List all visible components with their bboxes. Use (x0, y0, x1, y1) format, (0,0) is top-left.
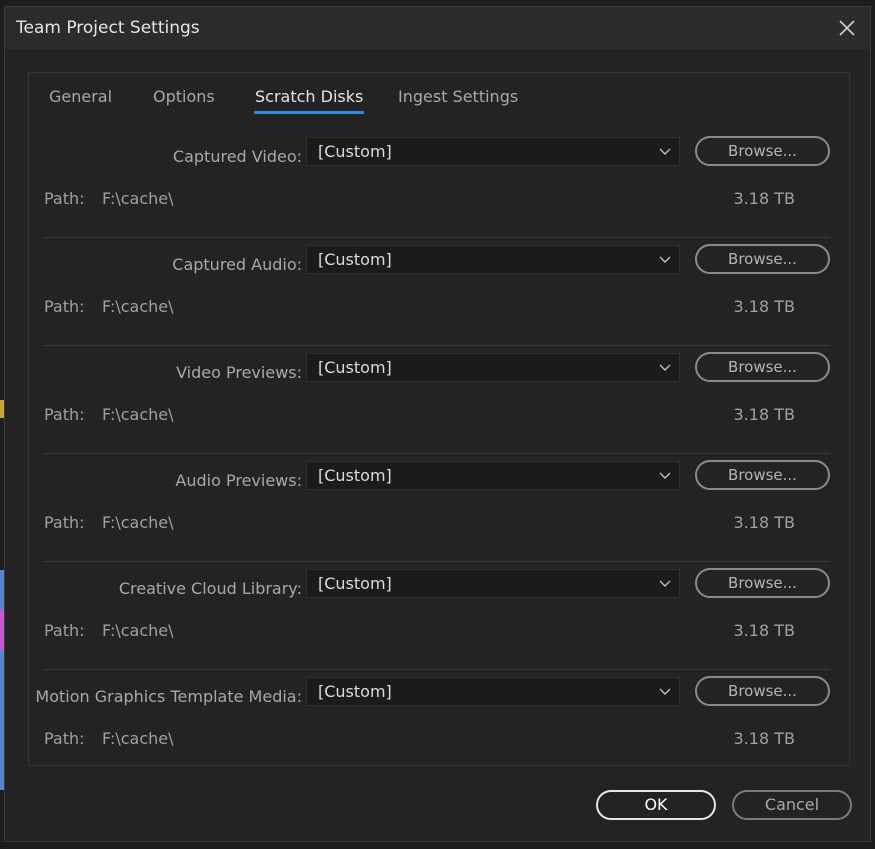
settings-panel: General Options Scratch Disks Ingest Set… (28, 72, 850, 766)
select-value: [Custom] (318, 466, 392, 485)
tab-scratch-disks[interactable]: Scratch Disks (253, 87, 365, 114)
team-project-settings-dialog: Team Project Settings General Options Sc… (4, 6, 871, 842)
ok-button[interactable]: OK (596, 790, 716, 820)
creative-cloud-library-select[interactable]: [Custom] (306, 569, 680, 598)
chevron-down-icon (659, 255, 671, 265)
browse-button[interactable]: Browse... (695, 244, 830, 274)
row-label: Captured Audio: (172, 255, 302, 274)
chevron-down-icon (659, 363, 671, 373)
browse-button[interactable]: Browse... (695, 568, 830, 598)
path-value: F:\cache\ (102, 621, 174, 640)
free-space: 3.18 TB (733, 621, 795, 640)
browse-button[interactable]: Browse... (695, 136, 830, 166)
path-label: Path: (44, 513, 85, 532)
select-value: [Custom] (318, 574, 392, 593)
row-label: Captured Video: (172, 147, 302, 166)
path-label: Path: (44, 189, 85, 208)
path-value: F:\cache\ (102, 189, 174, 208)
dialog-title: Team Project Settings (16, 18, 200, 38)
browse-button[interactable]: Browse... (695, 460, 830, 490)
close-icon (839, 20, 855, 36)
free-space: 3.18 TB (733, 297, 795, 316)
chevron-down-icon (659, 579, 671, 589)
path-label: Path: (44, 729, 85, 748)
motion-graphics-template-media-select[interactable]: [Custom] (306, 677, 680, 706)
path-label: Path: (44, 405, 85, 424)
browse-button[interactable]: Browse... (695, 676, 830, 706)
free-space: 3.18 TB (733, 189, 795, 208)
scratch-row-creative-cloud-library: Creative Cloud Library: [Custom] Browse.… (44, 562, 830, 670)
row-label: Video Previews: (176, 363, 302, 382)
row-label: Creative Cloud Library: (118, 579, 302, 598)
path-value: F:\cache\ (102, 405, 174, 424)
path-value: F:\cache\ (102, 729, 174, 748)
audio-previews-select[interactable]: [Custom] (306, 461, 680, 490)
free-space: 3.18 TB (733, 405, 795, 424)
title-bar: Team Project Settings (5, 7, 870, 49)
cancel-button[interactable]: Cancel (732, 790, 852, 820)
scratch-row-video-previews: Video Previews: [Custom] Browse... Path:… (44, 346, 830, 454)
chevron-down-icon (659, 687, 671, 697)
close-button[interactable] (832, 13, 862, 43)
row-label: Audio Previews: (175, 471, 302, 490)
row-label: Motion Graphics Template Media: (35, 687, 302, 706)
free-space: 3.18 TB (733, 729, 795, 748)
chevron-down-icon (659, 471, 671, 481)
tab-general[interactable]: General (49, 87, 112, 110)
scratch-row-motion-graphics-template-media: Motion Graphics Template Media: [Custom]… (35, 670, 830, 778)
path-label: Path: (44, 297, 85, 316)
scratch-row-audio-previews: Audio Previews: [Custom] Browse... Path:… (44, 454, 830, 562)
captured-audio-select[interactable]: [Custom] (306, 245, 680, 274)
tab-options[interactable]: Options (153, 87, 215, 110)
select-value: [Custom] (318, 682, 392, 701)
video-previews-select[interactable]: [Custom] (306, 353, 680, 382)
select-value: [Custom] (318, 250, 392, 269)
path-value: F:\cache\ (102, 297, 174, 316)
browse-button[interactable]: Browse... (695, 352, 830, 382)
select-value: [Custom] (318, 358, 392, 377)
path-label: Path: (44, 621, 85, 640)
scratch-row-captured-video: Captured Video: [Custom] Browse... Path:… (44, 130, 830, 238)
free-space: 3.18 TB (733, 513, 795, 532)
chevron-down-icon (659, 147, 671, 157)
scratch-row-captured-audio: Captured Audio: [Custom] Browse... Path:… (44, 238, 830, 346)
path-value: F:\cache\ (102, 513, 174, 532)
select-value: [Custom] (318, 142, 392, 161)
captured-video-select[interactable]: [Custom] (306, 137, 680, 166)
tab-ingest-settings[interactable]: Ingest Settings (398, 87, 518, 110)
